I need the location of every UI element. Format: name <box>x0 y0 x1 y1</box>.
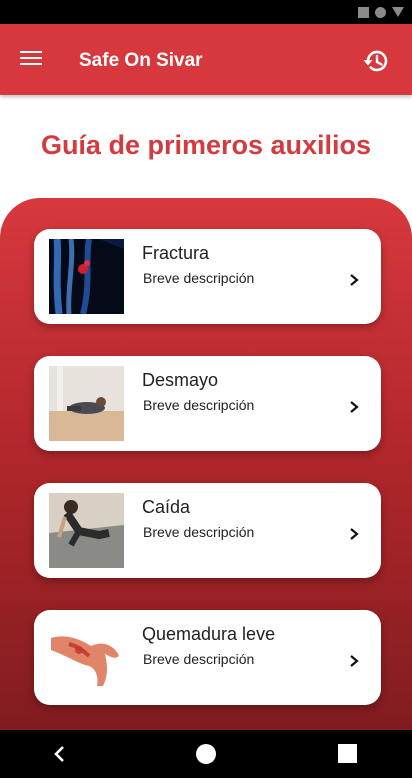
home-circle-icon[interactable] <box>196 744 216 764</box>
card-description: Breve descripción <box>143 524 255 540</box>
status-icons <box>358 6 404 18</box>
card-title: Desmayo <box>142 370 219 390</box>
burned-hand-image <box>49 620 124 695</box>
hamburger-menu-icon[interactable] <box>20 48 42 70</box>
notification-triangle-icon <box>392 7 404 17</box>
card-description: Breve descripción <box>143 270 255 286</box>
card-fractura[interactable]: Fractura Breve descripción <box>34 229 381 324</box>
chevron-right-icon <box>350 528 359 540</box>
page-title: Guía de primeros auxilios <box>40 130 372 160</box>
person-fainted-image <box>49 366 124 441</box>
card-title: Caída <box>142 497 191 517</box>
system-navigation-bar <box>0 730 412 778</box>
person-fall-image <box>49 493 124 568</box>
card-desmayo[interactable]: Desmayo Breve descripción <box>34 356 381 451</box>
notification-square-icon <box>358 6 369 18</box>
chevron-right-icon <box>350 401 359 413</box>
recents-square-icon[interactable] <box>338 744 357 763</box>
notification-circle-icon <box>375 6 386 18</box>
chevron-right-icon <box>350 655 359 667</box>
back-triangle-icon[interactable] <box>50 744 70 764</box>
app-title: Safe On Sivar <box>79 50 203 71</box>
card-title: Fractura <box>142 243 210 263</box>
xray-bones-image <box>49 239 124 314</box>
card-description: Breve descripción <box>143 651 255 667</box>
card-caida[interactable]: Caída Breve descripción <box>34 483 381 578</box>
status-bar <box>0 0 412 24</box>
card-title: Quemadura leve <box>142 624 276 644</box>
history-icon[interactable] <box>362 47 390 75</box>
chevron-right-icon <box>350 274 359 286</box>
card-quemadura-leve[interactable]: Quemadura leve Breve descripción <box>34 610 381 705</box>
app-bar: Safe On Sivar <box>0 24 412 95</box>
card-description: Breve descripción <box>143 397 255 413</box>
